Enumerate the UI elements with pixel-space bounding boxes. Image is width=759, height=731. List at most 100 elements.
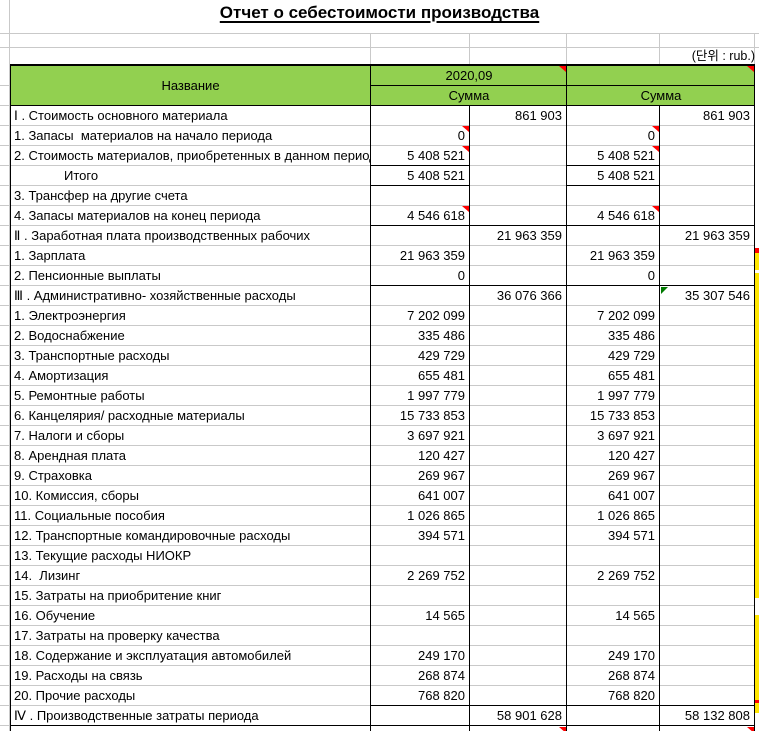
amount-cell-period-2[interactable]: 429 729: [567, 346, 660, 366]
header-sum2-cell[interactable]: Сумма: [567, 86, 755, 106]
amount-cell-period-2[interactable]: 655 481: [567, 366, 660, 386]
section-total-cell-2020-09[interactable]: [470, 246, 567, 266]
row-label-cell[interactable]: 10. Комиссия, сборы: [10, 486, 371, 506]
section-total-cell-period-2[interactable]: 861 903: [660, 106, 755, 126]
amount-cell-period-2[interactable]: [567, 546, 660, 566]
amount-cell-2020-09[interactable]: 1 997 779: [371, 386, 470, 406]
section-total-cell-period-2[interactable]: [660, 366, 755, 386]
amount-cell-period-2[interactable]: [567, 586, 660, 606]
amount-cell-period-2[interactable]: 2 269 752: [567, 566, 660, 586]
amount-cell-2020-09[interactable]: [371, 286, 470, 306]
section-total-cell-2020-09[interactable]: 21 963 359: [470, 226, 567, 246]
row-label-cell[interactable]: 13. Текущие расходы НИОКР: [10, 546, 371, 566]
amount-cell-2020-09[interactable]: [371, 106, 470, 126]
row-label-cell[interactable]: 16. Обучение: [10, 606, 371, 626]
section-total-cell-period-2[interactable]: [660, 606, 755, 626]
amount-cell-period-2[interactable]: 335 486: [567, 326, 660, 346]
section-total-cell-period-2[interactable]: [660, 386, 755, 406]
section-total-cell-period-2[interactable]: [660, 586, 755, 606]
section-total-cell-period-2[interactable]: [660, 626, 755, 646]
section-total-cell-2020-09[interactable]: [470, 606, 567, 626]
amount-cell-2020-09[interactable]: 5 408 521: [371, 166, 470, 186]
amount-cell-2020-09[interactable]: [371, 226, 470, 246]
row-label-cell[interactable]: 8. Арендная плата: [10, 446, 371, 466]
row-label-cell[interactable]: 2. Пенсионные выплаты: [10, 266, 371, 286]
amount-cell-period-2[interactable]: 5 408 521: [567, 166, 660, 186]
row-label-cell[interactable]: 3. Трансфер на другие счета: [10, 186, 371, 206]
amount-cell-2020-09[interactable]: 15 733 853: [371, 406, 470, 426]
section-total-cell-2020-09[interactable]: [470, 646, 567, 666]
section-total-cell-2020-09[interactable]: [470, 566, 567, 586]
amount-cell-2020-09[interactable]: 5 408 521: [371, 146, 470, 166]
section-total-cell-period-2[interactable]: [660, 526, 755, 546]
amount-cell-2020-09[interactable]: 394 571: [371, 526, 470, 546]
row-label-cell[interactable]: 2. Стоимость материалов, приобретенных в…: [10, 146, 371, 166]
amount-cell-period-2[interactable]: 0: [567, 266, 660, 286]
section-total-cell-period-2[interactable]: [660, 686, 755, 706]
amount-cell-period-2[interactable]: [567, 706, 660, 726]
section-total-cell-period-2[interactable]: [660, 406, 755, 426]
section-total-cell-2020-09[interactable]: [470, 626, 567, 646]
amount-cell-period-2[interactable]: 394 571: [567, 526, 660, 546]
row-label-cell[interactable]: 1. Зарплата: [10, 246, 371, 266]
amount-cell-2020-09[interactable]: [371, 626, 470, 646]
section-total-cell-2020-09[interactable]: [470, 426, 567, 446]
section-total-cell-period-2[interactable]: [660, 466, 755, 486]
amount-cell-period-2[interactable]: 4 546 618: [567, 206, 660, 226]
section-total-cell-period-2[interactable]: [660, 146, 755, 166]
section-total-cell-2020-09[interactable]: [470, 486, 567, 506]
row-label-cell[interactable]: 7. Налоги и сборы: [10, 426, 371, 446]
header-period1-cell[interactable]: 2020,09: [371, 66, 567, 86]
row-label-cell[interactable]: 4. Амортизация: [10, 366, 371, 386]
section-total-cell-period-2[interactable]: [660, 126, 755, 146]
amount-cell-period-2[interactable]: 249 170: [567, 646, 660, 666]
header-period2-cell[interactable]: [567, 66, 755, 86]
amount-cell-2020-09[interactable]: 4 546 618: [371, 206, 470, 226]
amount-cell-2020-09[interactable]: 269 967: [371, 466, 470, 486]
amount-cell-2020-09[interactable]: 429 729: [371, 346, 470, 366]
section-total-cell-2020-09[interactable]: [470, 206, 567, 226]
amount-cell-period-2[interactable]: 641 007: [567, 486, 660, 506]
row-label-cell[interactable]: 1. Электроэнергия: [10, 306, 371, 326]
section-total-cell-period-2[interactable]: [660, 446, 755, 466]
amount-cell-period-2[interactable]: 1 026 865: [567, 506, 660, 526]
section-total-cell-period-2[interactable]: [660, 346, 755, 366]
amount-cell-2020-09[interactable]: 2 269 752: [371, 566, 470, 586]
amount-cell-period-2[interactable]: 0: [567, 126, 660, 146]
amount-cell-period-2[interactable]: 768 820: [567, 686, 660, 706]
amount-cell-2020-09[interactable]: 7 202 099: [371, 306, 470, 326]
row-label-cell[interactable]: 14. Лизинг: [10, 566, 371, 586]
section-total-cell-period-2[interactable]: [660, 306, 755, 326]
amount-cell-2020-09[interactable]: 655 481: [371, 366, 470, 386]
amount-cell-period-2[interactable]: [567, 226, 660, 246]
amount-cell-period-2[interactable]: 3 697 921: [567, 426, 660, 446]
section-total-cell-2020-09[interactable]: [470, 366, 567, 386]
header-name-cell[interactable]: Название: [10, 66, 371, 106]
section-total-cell-2020-09[interactable]: [470, 686, 567, 706]
amount-cell-2020-09[interactable]: 3 697 921: [371, 426, 470, 446]
section-total-cell-2020-09[interactable]: [470, 126, 567, 146]
section-total-cell-period-2[interactable]: 21 963 359: [660, 226, 755, 246]
amount-cell-2020-09[interactable]: [371, 586, 470, 606]
amount-cell-2020-09[interactable]: 249 170: [371, 646, 470, 666]
section-total-cell-2020-09[interactable]: [470, 346, 567, 366]
section-total-cell-2020-09[interactable]: [470, 166, 567, 186]
section-total-cell-period-2[interactable]: [660, 166, 755, 186]
section-total-cell-2020-09[interactable]: [470, 406, 567, 426]
section-total-cell-period-2[interactable]: [660, 426, 755, 446]
section-total-cell-2020-09[interactable]: [470, 306, 567, 326]
section-total-cell-2020-09[interactable]: [470, 146, 567, 166]
amount-cell-period-2[interactable]: 120 427: [567, 446, 660, 466]
section-total-cell-2020-09[interactable]: [470, 526, 567, 546]
amount-cell-period-2[interactable]: 14 565: [567, 606, 660, 626]
section-total-cell-2020-09[interactable]: [470, 386, 567, 406]
section-total-cell-period-2[interactable]: [660, 546, 755, 566]
row-label-cell[interactable]: 5. Ремонтные работы: [10, 386, 371, 406]
amount-cell-2020-09[interactable]: 268 874: [371, 666, 470, 686]
section-total-cell-period-2[interactable]: [660, 186, 755, 206]
amount-cell-2020-09[interactable]: [371, 186, 470, 206]
section-total-cell-period-2[interactable]: [660, 266, 755, 286]
amount-cell-2020-09[interactable]: [371, 546, 470, 566]
amount-cell-2020-09[interactable]: 768 820: [371, 686, 470, 706]
amount-cell-2020-09[interactable]: 120 427: [371, 446, 470, 466]
